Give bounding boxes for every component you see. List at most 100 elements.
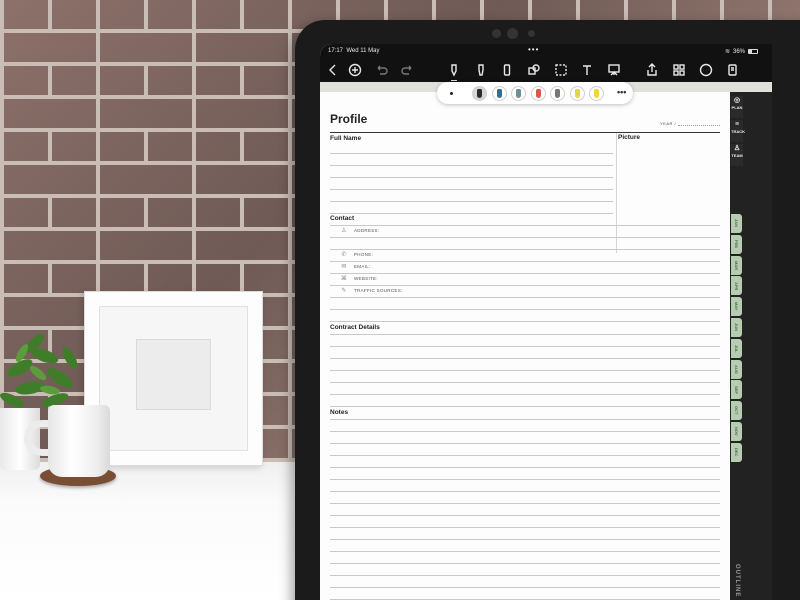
- pen-tip-icon: [496, 89, 502, 98]
- contact-field[interactable]: ✉ EMAIL:: [340, 263, 371, 270]
- add-button[interactable]: [346, 61, 364, 79]
- rule-line: [330, 443, 720, 444]
- notebook-page[interactable]: Profile YEAR / Full Name Picture Contact…: [320, 92, 730, 600]
- tab-icon: ♙: [733, 145, 741, 152]
- month-tab-oct[interactable]: OCT: [731, 401, 742, 421]
- more-button[interactable]: [697, 61, 715, 79]
- field-icon: ✆: [341, 252, 347, 258]
- pen-swatch[interactable]: [550, 86, 565, 101]
- camera-icon: [492, 29, 501, 38]
- rule-line: [330, 309, 720, 310]
- pen-more-button[interactable]: •••: [617, 87, 626, 97]
- highlighter-tool[interactable]: [472, 61, 490, 79]
- month-tab-jul[interactable]: JUL: [731, 338, 742, 358]
- month-tab-may[interactable]: MAY: [731, 297, 742, 317]
- camera-icon: [507, 28, 518, 39]
- field-icon: ✉: [341, 264, 347, 270]
- shapes-tool[interactable]: [525, 61, 543, 79]
- year-label: YEAR /: [660, 121, 677, 126]
- rule-line: [330, 370, 720, 371]
- rule-line: [330, 455, 720, 456]
- export-button[interactable]: [724, 61, 742, 79]
- pen-swatch[interactable]: [472, 86, 487, 101]
- grid-icon: [673, 64, 685, 76]
- month-tab-mar[interactable]: MAR: [731, 255, 742, 275]
- undo-button[interactable]: [372, 61, 390, 79]
- lasso-icon: [555, 64, 567, 76]
- pen-swatch[interactable]: [530, 86, 546, 101]
- rule-line: [330, 153, 613, 154]
- outline-tab[interactable]: OUTLINE: [734, 564, 740, 597]
- month-tab-sep[interactable]: SEP: [731, 380, 742, 400]
- rule-line: [330, 213, 613, 214]
- laser-pointer-tool[interactable]: [605, 61, 623, 79]
- rule-line: [330, 491, 720, 492]
- status-time: 17:17 Wed 11 May: [328, 48, 380, 54]
- tab-label: PLAN: [731, 105, 743, 110]
- pen-swatch[interactable]: [569, 86, 585, 101]
- share-icon: [647, 63, 657, 76]
- pen-tool[interactable]: [445, 61, 463, 81]
- rule-line: [330, 419, 720, 420]
- rule-line: [330, 249, 720, 250]
- rule-line: [330, 321, 720, 322]
- eraser-icon: [503, 64, 511, 76]
- eraser-tool[interactable]: [498, 61, 516, 79]
- share-button[interactable]: [643, 61, 661, 79]
- page-grid-button[interactable]: [670, 61, 688, 79]
- plus-circle-icon: [348, 63, 362, 77]
- rule-line: [330, 346, 720, 347]
- month-tab-nov[interactable]: NOV: [731, 422, 742, 441]
- contact-field[interactable]: ✆ PHONE:: [340, 251, 373, 258]
- month-tab-aug[interactable]: AUG: [731, 359, 742, 379]
- year-field[interactable]: [678, 125, 720, 126]
- pen-tip-icon: [555, 89, 560, 98]
- tab-icon: ◎: [733, 97, 741, 104]
- battery-percent: 36%: [732, 48, 745, 55]
- month-tab-jun[interactable]: JUN: [731, 318, 742, 337]
- month-tab-apr[interactable]: APR: [731, 276, 742, 296]
- field-label: ADDRESS:: [354, 228, 380, 233]
- field-label: EMAIL:: [354, 264, 371, 269]
- page-title: Profile: [330, 112, 368, 126]
- lasso-tool[interactable]: [552, 61, 570, 79]
- month-tab-dec[interactable]: DEC: [731, 442, 742, 462]
- tab-label: TRACK: [731, 129, 745, 134]
- month-tab-feb[interactable]: FEB: [731, 234, 742, 254]
- rule-line: [330, 273, 720, 274]
- rule-line: [330, 334, 720, 335]
- sidebar-tab-track[interactable]: ≡ TRACK: [731, 120, 745, 142]
- pen-swatch[interactable]: [491, 86, 507, 101]
- rule-line: [330, 358, 720, 359]
- rule-line: [330, 297, 720, 298]
- tab-icon: ≡: [734, 121, 740, 128]
- rule-line: [330, 285, 720, 286]
- rule-line: [330, 225, 720, 226]
- back-button[interactable]: [324, 61, 342, 79]
- notes-heading: Notes: [330, 409, 349, 416]
- multitasking-dots[interactable]: •••: [528, 45, 539, 54]
- sidebar-tab-plan[interactable]: ◎ PLAN: [731, 96, 743, 118]
- redo-button[interactable]: [399, 61, 417, 79]
- rule-line: [330, 406, 720, 407]
- month-tab-jan[interactable]: JAN: [731, 214, 742, 233]
- contact-field[interactable]: ✎ TRAFFIC SOURCES:: [340, 287, 403, 294]
- sidebar-tab-team[interactable]: ♙ TEAM: [731, 144, 743, 166]
- contact-field[interactable]: ♙ ADDRESS:: [340, 227, 379, 234]
- more-icon: [699, 63, 713, 77]
- pen-swatch[interactable]: [589, 86, 604, 101]
- text-tool[interactable]: [578, 61, 596, 79]
- pen-size-indicator[interactable]: [450, 92, 453, 95]
- contact-field[interactable]: ⌘ WEBSITE:: [340, 275, 378, 282]
- text-icon: [583, 65, 591, 75]
- picture-area[interactable]: [616, 133, 720, 253]
- rule-line: [330, 394, 720, 395]
- status-bar: 17:17 Wed 11 May ••• ≋ 36%: [320, 44, 772, 58]
- pen-swatch[interactable]: [511, 86, 526, 101]
- pen-tip-icon: [574, 89, 580, 98]
- rule-line: [330, 575, 720, 576]
- undo-icon: [377, 65, 388, 75]
- pen-tip-icon: [477, 89, 482, 98]
- redo-icon: [401, 65, 412, 75]
- rule-line: [330, 515, 720, 516]
